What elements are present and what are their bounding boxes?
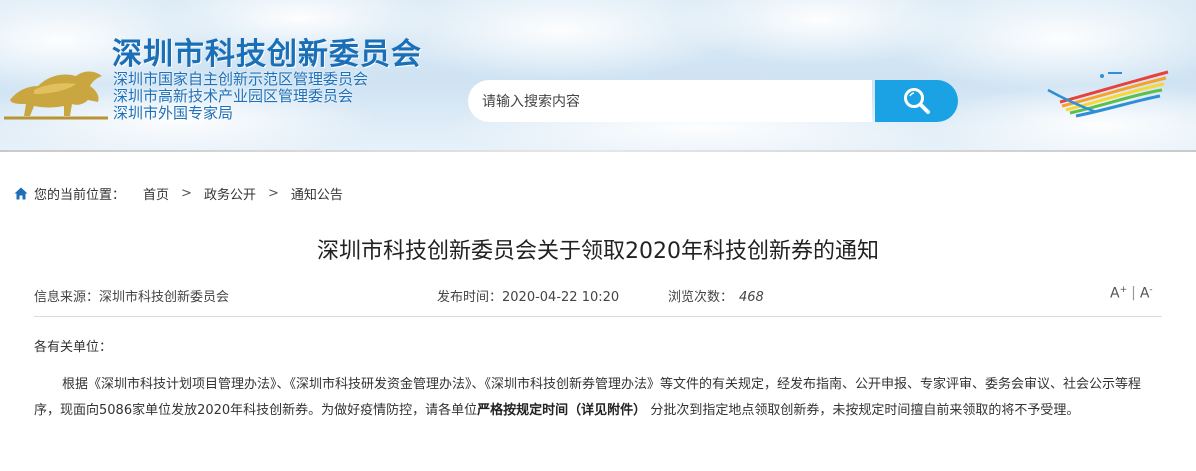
sub-title-foreign-experts: 深圳市外国专家局 <box>113 104 234 122</box>
breadcrumb-lead: 您的当前位置： <box>34 187 126 203</box>
font-decrease-label: A <box>1139 285 1150 302</box>
breadcrumb-notices[interactable]: 通知公告 <box>291 184 343 203</box>
views-count: 468 <box>739 290 764 305</box>
meta-divider <box>34 316 1162 317</box>
breadcrumb-home[interactable]: 首页 <box>143 184 169 203</box>
golden-bull-logo <box>4 71 108 120</box>
rainbow-city-logo <box>1047 70 1169 118</box>
date-value: 2020-04-22 10:20 <box>502 290 620 305</box>
font-increase-label: A <box>1110 285 1120 302</box>
body-paragraph: 根据《深圳市科技计划项目管理办法》、《深圳市科技研发资金管理办法》、《深圳市科技… <box>34 372 1162 424</box>
font-control-divider: | <box>1131 285 1136 302</box>
font-increase-mark: + <box>1119 285 1128 295</box>
article-meta: 信息来源：深圳市科技创新委员会 发布时间：2020-04-22 10:20 浏览… <box>0 283 1196 307</box>
breadcrumb-separator: > <box>181 185 192 201</box>
source-value: 深圳市科技创新委员会 <box>99 290 230 305</box>
article-title: 深圳市科技创新委员会关于领取2020年科技创新券的通知 <box>317 239 879 264</box>
font-increase-button[interactable]: A+ <box>1110 285 1127 302</box>
search-placeholder: 请输入搜索内容 <box>482 94 580 110</box>
site-header: 深圳市科技创新委员会 深圳市国家自主创新示范区管理委员会 深圳市高新技术产业园区… <box>0 0 1196 150</box>
meta-views: 浏览次数： 468 <box>668 286 764 305</box>
meta-source: 信息来源：深圳市科技创新委员会 <box>34 286 229 305</box>
source-label: 信息来源： <box>34 290 100 305</box>
breadcrumb-separator: > <box>267 185 279 201</box>
font-decrease-button[interactable]: A- <box>1140 285 1153 302</box>
site-title: 深圳市科技创新委员会 <box>112 37 422 72</box>
body-text-2: 分批次到指定地点领取创新券，未按规定时间擅自前来领取的将不予受理。 <box>650 403 1080 418</box>
date-label: 发布时间： <box>437 290 503 305</box>
views-label: 浏览次数： <box>668 290 734 305</box>
breadcrumb: 您的当前位置： 首页 > 政务公开 > 通知公告 <box>14 184 343 203</box>
body-text-emphasis: 严格按规定时间（详见附件） <box>477 403 647 418</box>
font-decrease-mark: - <box>1149 285 1153 295</box>
search-icon <box>903 88 930 114</box>
meta-publish-date: 发布时间：2020-04-22 10:20 <box>437 286 619 305</box>
salutation: 各有关单位： <box>34 340 113 355</box>
search-input[interactable]: 请输入搜索内容 <box>468 80 872 122</box>
font-size-controls: A+ | A- <box>1110 285 1153 302</box>
header-divider <box>0 150 1196 152</box>
breadcrumb-gov-affairs[interactable]: 政务公开 <box>204 184 256 203</box>
home-icon <box>14 187 28 200</box>
search-button[interactable] <box>875 80 958 122</box>
